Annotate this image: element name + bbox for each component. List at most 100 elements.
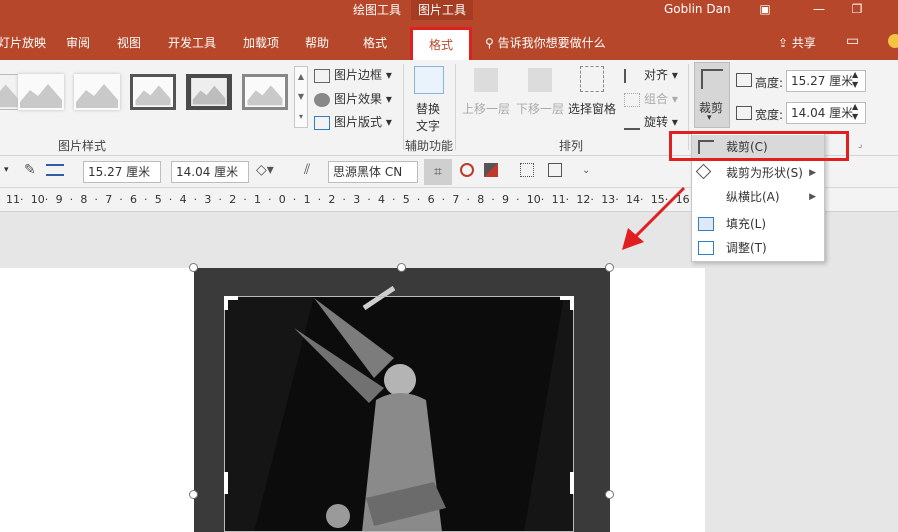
toolbar-crop-icon[interactable]: ⌗ — [424, 159, 452, 185]
menu-item-aspect-ratio[interactable]: 纵横比(A) ▶ — [692, 185, 824, 209]
tab-help[interactable]: 帮助 — [305, 34, 329, 51]
ruler-label: 5 — [402, 193, 410, 206]
ruler-label: 9 — [502, 193, 509, 206]
menu-item-fill[interactable]: 填充(L) — [692, 212, 824, 236]
resize-handle-top[interactable] — [397, 263, 406, 272]
comments-icon[interactable]: ▭ — [846, 33, 859, 49]
shape-fill-icon[interactable]: ◇▾ — [256, 162, 274, 178]
crop-handle-top-left[interactable] — [224, 296, 238, 310]
alt-text-label-2: 文字 — [416, 119, 441, 133]
menu-item-crop-to-shape-label: 裁剪为形状(S) — [726, 166, 803, 180]
crop-handle-right[interactable] — [570, 472, 574, 494]
send-backward-icon — [528, 68, 552, 92]
tab-addins[interactable]: 加载项 — [243, 34, 279, 51]
ruler-tick: · — [565, 193, 570, 206]
tell-me-search[interactable]: ⚲ 告诉我你想要做什么 — [485, 34, 606, 51]
ribbon-display-icon[interactable]: ▣ — [756, 2, 774, 16]
artistic-effect-icon[interactable] — [460, 163, 474, 177]
user-name[interactable]: Goblin Dan — [664, 2, 731, 16]
ruler-tick: · — [416, 193, 421, 206]
rotate-label: 旋转 — [644, 115, 669, 129]
crop-button[interactable]: 裁剪 ▾ — [694, 62, 730, 128]
picture-style-thumb[interactable] — [242, 74, 288, 110]
rotate-icon — [624, 116, 640, 130]
dropdown-arrow-icon[interactable]: ▾ — [4, 165, 9, 175]
tab-review[interactable]: 审阅 — [66, 34, 90, 51]
width-spinner[interactable]: ▲ ▼ — [852, 102, 858, 122]
smiley-icon[interactable] — [888, 34, 898, 48]
ruler-label: 3 — [204, 193, 212, 206]
transparency-icon[interactable] — [520, 163, 534, 177]
ruler-label: 13 — [601, 193, 616, 206]
resize-handle-left[interactable] — [189, 490, 198, 499]
more-icon[interactable]: ⌄ — [582, 165, 590, 176]
share-button[interactable]: ⇪ 共享 — [778, 34, 816, 51]
height-spinner[interactable]: ▲ ▼ — [852, 70, 858, 90]
resize-handle-top-left[interactable] — [189, 263, 198, 272]
pen-border-icon — [314, 68, 330, 83]
ruler-tick: · — [69, 193, 74, 206]
picture-effects-button[interactable]: 图片效果 ▾ — [314, 90, 392, 107]
picture-style-thumb[interactable] — [130, 74, 176, 110]
menu-item-fit[interactable]: 调整(T) — [692, 236, 824, 260]
color-icon[interactable] — [484, 163, 498, 177]
resize-handle-top-right[interactable] — [605, 263, 614, 272]
minimize-icon[interactable]: — — [810, 2, 828, 16]
picture-layout-label: 图片版式 — [334, 115, 383, 129]
ruler-label: 2 — [328, 193, 336, 206]
line-style-icon[interactable] — [46, 164, 64, 176]
menu-item-fit-label: 调整(T) — [726, 241, 767, 255]
ruler-label: 3 — [353, 193, 361, 206]
picture-style-thumb[interactable] — [74, 74, 120, 110]
tab-view[interactable]: 视图 — [117, 34, 141, 51]
ruler-label: 8 — [80, 193, 88, 206]
ruler-label: 11 — [6, 193, 20, 206]
alt-text-button[interactable]: 替换 文字 — [416, 100, 440, 134]
ruler-tick: · — [193, 193, 198, 206]
ruler-tick: · — [94, 193, 98, 206]
group-label-arrange: 排列 — [559, 139, 584, 153]
send-backward-button[interactable]: 下移一层 — [516, 100, 564, 117]
size-dialog-launcher-icon[interactable]: ⌟ — [858, 140, 862, 150]
ruler-tick: · — [292, 193, 297, 206]
selected-photo[interactable] — [194, 268, 610, 532]
picture-style-thumb[interactable] — [186, 74, 232, 110]
picture-border-label: 图片边框 — [334, 68, 383, 82]
ruler-tick: · — [342, 193, 346, 206]
ruler-label: 4 — [378, 193, 385, 206]
bring-forward-button[interactable]: 上移一层 — [462, 100, 510, 117]
context-group-drawing-tools: 绘图工具 — [352, 3, 401, 17]
bring-forward-icon — [474, 68, 498, 92]
tab-developer[interactable]: 开发工具 — [168, 34, 216, 51]
compress-icon[interactable] — [548, 163, 562, 177]
crop-handle-top-right[interactable] — [560, 296, 574, 310]
toolbar-height-input[interactable]: 15.27 厘米 — [83, 161, 161, 183]
crop-handle-left[interactable] — [224, 472, 228, 494]
restore-icon[interactable]: ❐ — [848, 2, 866, 16]
effects-icon — [314, 92, 330, 107]
font-select[interactable]: 思源黑体 CN — [328, 161, 418, 183]
tab-format-drawing[interactable]: 格式 — [363, 34, 387, 51]
toolbar-width-input[interactable]: 14.04 厘米 — [171, 161, 249, 183]
ruler-label: 8 — [477, 193, 485, 206]
group-icon — [624, 92, 640, 107]
rotate-button[interactable]: 旋转 ▾ — [624, 113, 678, 130]
picture-style-thumb[interactable] — [18, 74, 64, 110]
picture-border-button[interactable]: 图片边框 ▾ — [314, 66, 392, 83]
tab-slideshow[interactable]: 灯片放映 — [0, 34, 46, 51]
eyedropper-icon[interactable]: ✎ — [24, 162, 36, 178]
ruler-tick: · — [540, 193, 545, 206]
align-button[interactable]: 对齐 ▾ — [624, 66, 678, 83]
selection-pane-button[interactable]: 选择窗格 — [568, 100, 616, 117]
height-label: 高度: — [755, 76, 784, 90]
menu-item-crop-to-shape[interactable]: 裁剪为形状(S) ▶ — [692, 161, 824, 185]
text-direction-icon[interactable]: ⫽ — [304, 162, 310, 178]
context-group-picture-tools: 图片工具 — [411, 0, 473, 20]
ruler-tick: · — [392, 193, 396, 206]
group-button[interactable]: 组合 ▾ — [624, 90, 678, 107]
picture-layout-button[interactable]: 图片版式 ▾ — [314, 113, 392, 130]
gallery-scroll[interactable]: ▲ ▼ ▾ — [294, 66, 308, 128]
ruler-label: 0 — [278, 193, 286, 206]
group-divider — [455, 64, 456, 150]
resize-handle-right[interactable] — [605, 490, 614, 499]
